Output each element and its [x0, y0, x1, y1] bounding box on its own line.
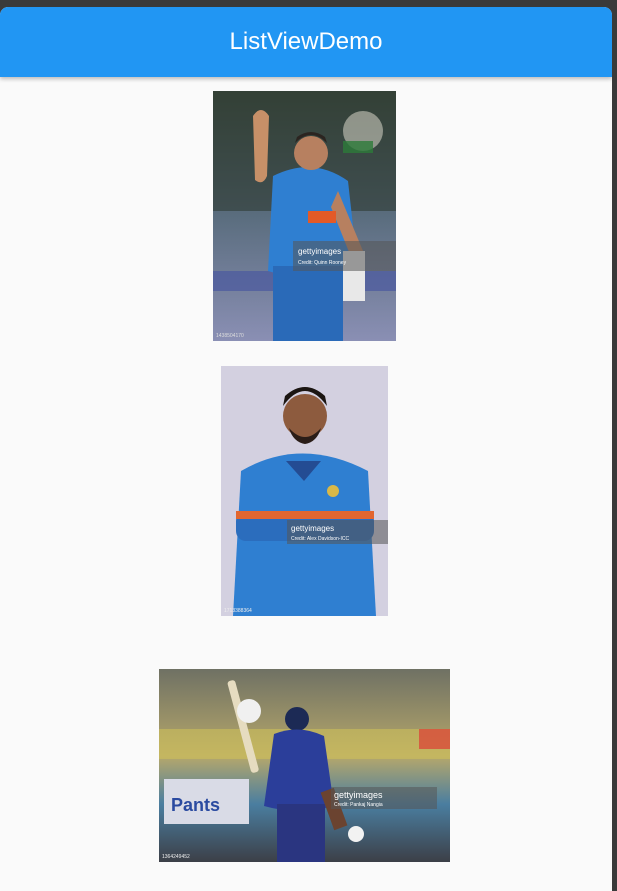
app-window: ListViewDemo gettyimages Credit: Quinn R… — [0, 7, 612, 891]
svg-text:Pants: Pants — [171, 795, 220, 815]
credit-text-1: Credit: Quinn Rooney — [298, 260, 347, 266]
image-id-3: 1364249452 — [162, 854, 190, 860]
list-view[interactable]: gettyimages Credit: Quinn Rooney 1438504… — [0, 77, 612, 891]
app-bar: ListViewDemo — [0, 7, 612, 77]
credit-text-2: Credit: Alex Davidson-ICC — [291, 536, 349, 542]
image-id-1: 1438504170 — [216, 333, 244, 339]
watermark-text-1: gettyimages — [298, 247, 341, 256]
list-item-image-2: gettyimages Credit: Alex Davidson-ICC 17… — [221, 366, 388, 616]
list-item-image-1: gettyimages Credit: Quinn Rooney 1438504… — [213, 91, 396, 341]
credit-text-3: Credit: Pankaj Nangia — [334, 802, 383, 808]
watermark-text-3: gettyimages — [334, 790, 383, 800]
watermark-text-2: gettyimages — [291, 524, 334, 533]
app-bar-title: ListViewDemo — [229, 28, 383, 55]
image-id-2: 1713388364 — [224, 608, 252, 614]
list-item-image-3: Pants gettyimages Credit: Pankaj Nangia … — [159, 669, 450, 862]
